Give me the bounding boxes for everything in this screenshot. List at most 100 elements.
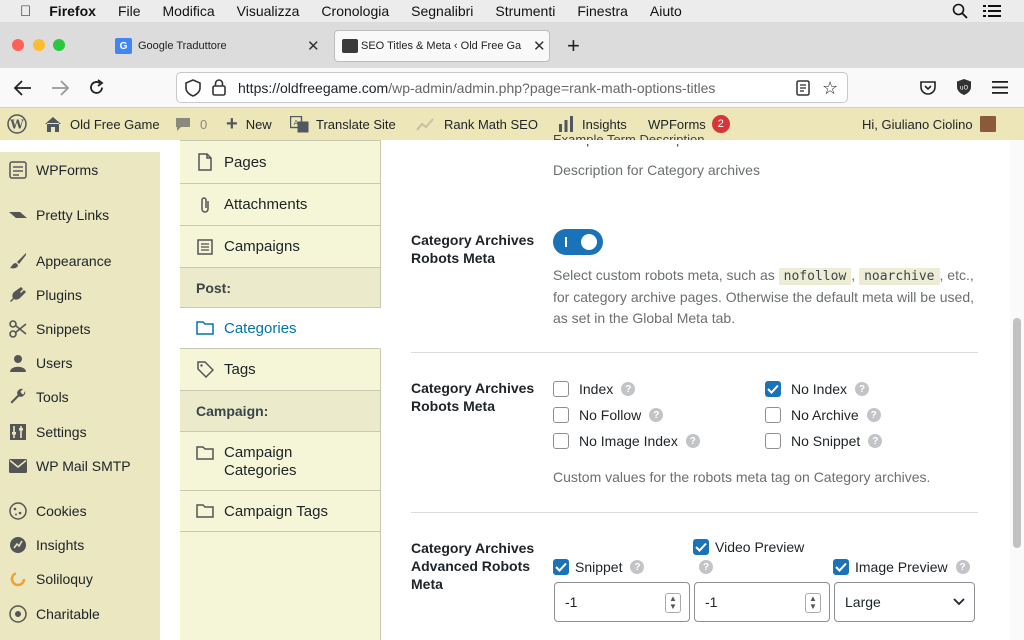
- image-preview-select[interactable]: Large: [834, 582, 975, 622]
- checkbox-no-index[interactable]: No Index ?: [765, 381, 870, 397]
- admin-bar-comments[interactable]: 0: [175, 108, 207, 140]
- new-tab-button[interactable]: +: [567, 33, 580, 59]
- tab-tags[interactable]: Tags: [180, 349, 380, 391]
- help-icon[interactable]: ?: [868, 434, 883, 448]
- ublock-origin-icon[interactable]: uO: [956, 78, 972, 96]
- checkbox-no-follow[interactable]: No Follow ?: [553, 407, 664, 423]
- charitable-icon: [8, 605, 28, 623]
- reader-view-icon[interactable]: [796, 80, 810, 96]
- sidebar-item-pretty-links[interactable]: Pretty Links: [8, 206, 109, 224]
- forward-arrow-icon[interactable]: [51, 80, 69, 96]
- svg-text:W: W: [9, 118, 24, 132]
- help-icon[interactable]: ?: [855, 382, 870, 396]
- lock-icon[interactable]: [212, 79, 226, 96]
- spotlight-search-icon[interactable]: [952, 3, 968, 19]
- pocket-icon[interactable]: [920, 80, 936, 95]
- menu-visualizza[interactable]: Visualizza: [237, 3, 300, 19]
- number-stepper-icon[interactable]: ▲ ▼: [665, 593, 681, 613]
- tab-group-campaign: Campaign:: [180, 391, 380, 432]
- help-icon[interactable]: ?: [649, 408, 664, 422]
- tab-campaigns[interactable]: Campaigns: [180, 226, 380, 268]
- paintbrush-icon: [8, 252, 28, 270]
- sidebar-item-cookies[interactable]: Cookies: [8, 502, 87, 520]
- checkbox-no-archive[interactable]: No Archive ?: [765, 407, 881, 423]
- checkbox-box: [833, 559, 849, 575]
- app-menu-firefox[interactable]: Firefox: [49, 3, 96, 19]
- reload-icon[interactable]: [88, 79, 105, 96]
- url-text: https://oldfreegame.com/wp-admin/admin.p…: [238, 80, 716, 96]
- tab-campaign-tags[interactable]: Campaign Tags: [180, 491, 380, 532]
- menu-finestra[interactable]: Finestra: [577, 3, 628, 19]
- checkbox-index[interactable]: Index ?: [553, 381, 636, 397]
- snippet-length-input[interactable]: -1 ▲ ▼: [554, 582, 690, 622]
- tab-close-icon[interactable]: ✕: [307, 37, 320, 55]
- tab-seo-titles-meta[interactable]: SEO Titles & Meta ‹ Old Free Ga ✕: [334, 30, 550, 62]
- admin-bar-translate[interactable]: A Translate Site: [290, 108, 396, 140]
- checkbox-box: [765, 407, 781, 423]
- page-scrollbar-thumb[interactable]: [1013, 318, 1021, 548]
- back-arrow-icon[interactable]: [14, 80, 32, 96]
- window-zoom-button[interactable]: [53, 39, 65, 51]
- sidebar-item-settings[interactable]: Settings: [8, 423, 87, 441]
- sidebar-item-charitable[interactable]: Charitable: [8, 605, 100, 623]
- admin-bar-my-account[interactable]: Hi, Giuliano Ciolino: [862, 108, 996, 140]
- checkbox-video-preview[interactable]: Video Preview: [693, 539, 804, 555]
- menu-strumenti[interactable]: Strumenti: [495, 3, 555, 19]
- sidebar-item-soliloquy[interactable]: Soliloquy: [8, 570, 93, 588]
- apple-icon[interactable]: : [20, 3, 31, 20]
- number-stepper-icon[interactable]: ▲ ▼: [805, 593, 821, 613]
- tab-pages[interactable]: Pages: [180, 140, 380, 184]
- checkbox-box: [553, 407, 569, 423]
- menu-segnalibri[interactable]: Segnalibri: [411, 3, 473, 19]
- video-preview-length-input[interactable]: -1 ▲ ▼: [694, 582, 830, 622]
- home-icon: [44, 116, 62, 133]
- control-center-icon[interactable]: [983, 4, 1001, 18]
- sidebar-top-highlight: [0, 140, 160, 152]
- menu-cronologia[interactable]: Cronologia: [321, 3, 389, 19]
- admin-bar-rank-math[interactable]: Rank Math SEO: [416, 108, 538, 140]
- comment-bubble-icon: [175, 117, 191, 132]
- checkbox-snippet[interactable]: Snippet ?: [553, 559, 645, 575]
- sidebar-item-insights[interactable]: Insights: [8, 536, 84, 554]
- hamburger-menu-icon[interactable]: [992, 81, 1008, 94]
- sidebar-item-wp-mail-smtp[interactable]: WP Mail SMTP: [8, 457, 131, 475]
- menu-file[interactable]: File: [118, 3, 141, 19]
- tab-title: SEO Titles & Meta ‹ Old Free Ga: [361, 40, 522, 52]
- checkbox-no-snippet[interactable]: No Snippet ?: [765, 433, 883, 449]
- sidebar-item-snippets[interactable]: Snippets: [8, 320, 90, 338]
- sidebar-item-users[interactable]: Users: [8, 354, 73, 372]
- sidebar-item-appearance[interactable]: Appearance: [8, 252, 112, 270]
- help-icon[interactable]: ?: [621, 382, 636, 396]
- field-separator: [411, 512, 978, 513]
- insights-icon: [8, 536, 28, 554]
- sidebar-item-plugins[interactable]: Plugins: [8, 286, 82, 304]
- help-icon[interactable]: ?: [685, 434, 700, 448]
- sidebar-item-tools[interactable]: Tools: [8, 388, 69, 406]
- help-icon[interactable]: ?: [955, 560, 970, 574]
- menu-aiuto[interactable]: Aiuto: [650, 3, 682, 19]
- tab-campaign-categories[interactable]: Campaign Categories: [180, 432, 380, 491]
- admin-bar-site[interactable]: Old Free Game: [44, 108, 160, 140]
- plugin-icon: [8, 286, 28, 304]
- robots-meta-toggle[interactable]: [553, 229, 603, 255]
- tab-google-traduttore[interactable]: G Google Traduttore ✕: [112, 32, 330, 60]
- tab-close-icon[interactable]: ✕: [533, 37, 546, 55]
- menu-modifica[interactable]: Modifica: [163, 3, 215, 19]
- sidebar-item-wpforms[interactable]: WPForms: [8, 161, 98, 179]
- admin-bar-new[interactable]: + New: [226, 108, 272, 140]
- help-icon[interactable]: ?: [699, 560, 713, 574]
- bookmark-star-icon[interactable]: ☆: [822, 78, 838, 99]
- window-close-button[interactable]: [12, 39, 24, 51]
- url-bar[interactable]: https://oldfreegame.com/wp-admin/admin.p…: [176, 72, 848, 103]
- tab-attachments[interactable]: Attachments: [180, 184, 380, 226]
- tab-categories[interactable]: Categories: [180, 308, 381, 349]
- folder-icon: [196, 502, 214, 520]
- help-icon[interactable]: ?: [866, 408, 881, 422]
- campaign-icon: [196, 238, 214, 256]
- checkbox-no-image-index[interactable]: No Image Index ?: [553, 433, 700, 449]
- tracking-protection-shield-icon[interactable]: [185, 79, 201, 97]
- window-minimize-button[interactable]: [33, 39, 45, 51]
- wordpress-logo-icon[interactable]: W: [7, 108, 27, 140]
- help-icon[interactable]: ?: [630, 560, 645, 574]
- checkbox-image-preview[interactable]: Image Preview ?: [833, 559, 970, 575]
